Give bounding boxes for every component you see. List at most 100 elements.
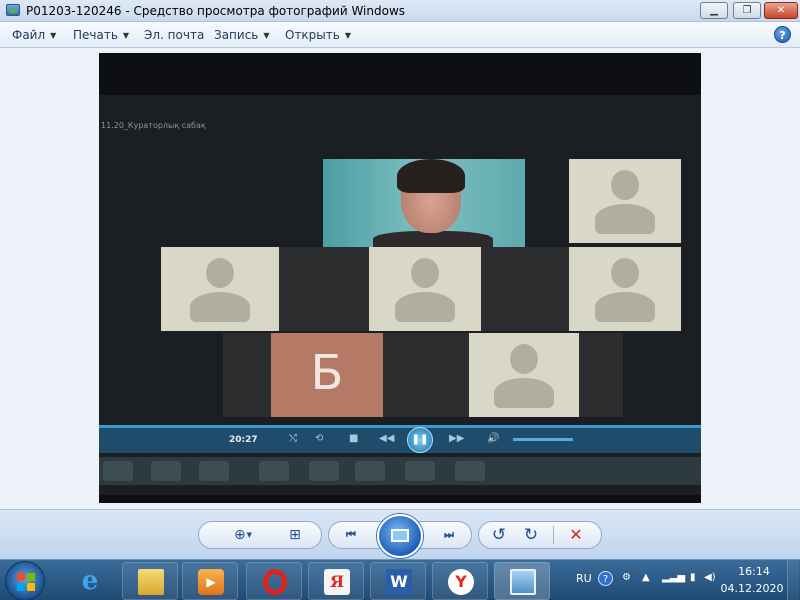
tray-app-icon[interactable]: ⚙ <box>622 572 631 583</box>
language-indicator[interactable]: RU <box>576 572 592 585</box>
fit-window-icon: ⊞ <box>289 527 301 543</box>
meeting-caption: 11.20_Кураторлық сабақ <box>101 121 206 130</box>
video-tile-teacher <box>323 159 525 251</box>
yandex-browser-icon: Y <box>448 569 474 595</box>
window-title: P01203-120246 - Средство просмотра фотог… <box>26 4 406 18</box>
close-button[interactable]: ✕ <box>764 2 798 19</box>
menu-burn-label: Запись <box>214 28 259 42</box>
opera-icon <box>263 569 287 595</box>
maximize-button[interactable]: ❐ <box>733 2 761 19</box>
video-tile-participant <box>279 247 369 331</box>
menu-print[interactable]: Печать ▼ <box>73 28 129 42</box>
video-tile-participant <box>569 159 681 243</box>
toolbar-divider <box>553 526 554 544</box>
slideshow-icon <box>391 529 409 542</box>
rotate-clockwise-button[interactable]: ↻ <box>518 524 544 546</box>
shuffle-icon: ⤭ <box>289 433 297 444</box>
video-tile-participant <box>569 247 681 331</box>
photo-viewer-icon <box>510 569 536 595</box>
video-tile-participant <box>383 333 469 417</box>
clock-date[interactable]: 04.12.2020 <box>718 582 786 595</box>
menu-file-label: Файл <box>12 28 46 42</box>
show-desktop-button[interactable] <box>787 560 799 600</box>
taskbar-file-explorer[interactable] <box>122 562 178 600</box>
taskbar-opera[interactable] <box>246 562 302 600</box>
media-player-icon: ▶ <box>198 569 224 595</box>
minimize-button[interactable]: ▁ <box>700 2 728 19</box>
yandex-icon: Я <box>324 569 350 595</box>
windows-logo-icon <box>17 573 35 591</box>
video-tile-participant <box>481 247 569 331</box>
actual-size-button[interactable]: ⊞ <box>282 524 308 546</box>
menu-open[interactable]: Открыть ▼ <box>285 28 351 42</box>
repeat-icon: ⟲ <box>315 433 324 444</box>
chevron-down-icon: ▼ <box>122 31 130 40</box>
windows-taskbar: e ▶ Я W Y RU ? ⚙ ▲ ▂▃▅ ▮ ◀) 16:14 04.12.… <box>0 559 800 600</box>
media-player-bar: 20:27 ⤭ ⟲ ■ ◀◀ ❚❚ ▶▶ 🔊 <box>99 425 701 453</box>
user-silhouette-icon <box>595 166 655 236</box>
pause-icon: ❚❚ <box>407 427 433 453</box>
previous-button[interactable]: ⏮ <box>342 526 360 544</box>
chevron-down-icon: ▼ <box>263 31 270 40</box>
user-silhouette-icon <box>595 254 655 324</box>
system-tray: RU ? ⚙ ▲ ▂▃▅ ▮ ◀) 16:14 04.12.2020 <box>572 560 800 600</box>
chevron-down-icon: ▼ <box>344 31 351 40</box>
rewind-icon: ◀◀ <box>379 433 395 444</box>
chevron-down-icon: ▼ <box>50 31 57 40</box>
participant-initial: Б <box>310 345 344 401</box>
rotate-counterclockwise-button[interactable]: ↺ <box>486 524 512 546</box>
show-hidden-icons-icon[interactable]: ▲ <box>642 572 650 583</box>
taskbar-internet-explorer[interactable]: e <box>62 562 118 600</box>
video-tile-participant <box>161 247 279 331</box>
video-tile-participant <box>223 333 271 417</box>
zoom-icon: ⊕ <box>233 527 246 543</box>
volume-slider <box>513 438 573 441</box>
user-silhouette-icon <box>395 254 455 324</box>
menu-file[interactable]: Файл ▼ <box>12 28 56 42</box>
taskbar-word[interactable]: W <box>370 562 426 600</box>
zoom-button[interactable]: ⊕▼ <box>226 524 260 546</box>
slideshow-button[interactable] <box>377 514 423 558</box>
menu-email-label: Эл. почта <box>144 28 205 42</box>
volume-icon: 🔊 <box>487 433 500 444</box>
volume-icon[interactable]: ◀) <box>704 572 716 583</box>
next-icon: ⏭ <box>444 528 454 541</box>
word-icon: W <box>386 569 412 595</box>
fast-forward-icon: ▶▶ <box>449 433 465 444</box>
title-bar: P01203-120246 - Средство просмотра фотог… <box>0 0 800 22</box>
menu-burn[interactable]: Запись ▼ <box>214 28 270 42</box>
taskbar-photo-viewer[interactable] <box>494 562 550 600</box>
rotate-cw-icon: ↻ <box>523 525 539 545</box>
battery-icon[interactable]: ▮ <box>690 572 696 583</box>
video-tile-participant <box>579 333 623 417</box>
clock-time[interactable]: 16:14 <box>726 565 782 578</box>
next-button[interactable]: ⏭ <box>440 526 458 544</box>
network-icon[interactable]: ▂▃▅ <box>662 572 685 583</box>
menu-open-label: Открыть <box>285 28 340 42</box>
user-silhouette-icon <box>494 340 554 410</box>
taskbar-media-player[interactable]: ▶ <box>182 562 238 600</box>
video-tile-participant <box>469 333 579 417</box>
photo-viewport: 11.20_Кураторлық сабақ Б 20:27 ⤭ ⟲ ■ ◀◀ … <box>0 49 800 509</box>
video-tile-initial: Б <box>271 333 383 417</box>
viewer-toolbar: ⊕▼ ⊞ ⏮ ⏭ ↺ ↻ ✕ <box>0 509 800 559</box>
menu-email[interactable]: Эл. почта <box>144 28 204 42</box>
tray-help-icon[interactable]: ? <box>598 571 613 586</box>
start-button[interactable] <box>5 561 45 600</box>
photo-viewer-app-icon <box>6 4 20 16</box>
chevron-down-icon: ▼ <box>246 531 253 539</box>
help-icon[interactable]: ? <box>774 26 791 43</box>
displayed-photo: 11.20_Кураторлық сабақ Б 20:27 ⤭ ⟲ ■ ◀◀ … <box>99 53 701 503</box>
taskbar-yandex-shortcut[interactable]: Я <box>308 562 364 600</box>
delete-button[interactable]: ✕ <box>563 524 589 546</box>
taskbar-yandex-browser[interactable]: Y <box>432 562 488 600</box>
previous-icon: ⏮ <box>346 528 356 541</box>
internet-explorer-icon: e <box>81 566 99 596</box>
menu-bar: Файл ▼ Печать ▼ Эл. почта Запись ▼ Открыть ▼… <box>0 22 800 48</box>
playback-progress <box>99 425 701 428</box>
rotate-ccw-icon: ↺ <box>491 525 507 545</box>
playback-time: 20:27 <box>229 435 258 445</box>
folder-icon <box>138 569 164 595</box>
stop-icon: ■ <box>349 433 359 444</box>
video-tile-participant <box>369 247 481 331</box>
